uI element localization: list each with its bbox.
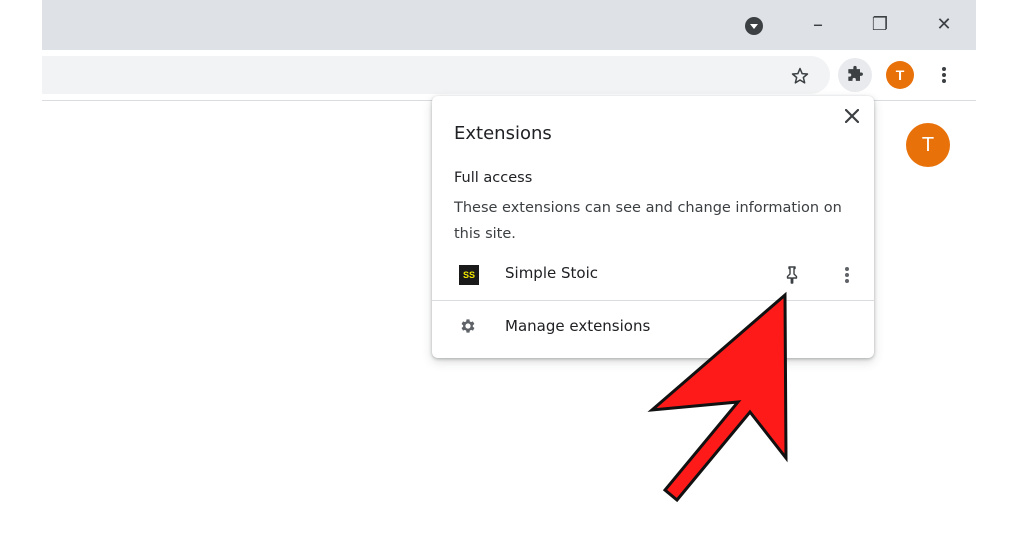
popup-close-icon[interactable] [842, 106, 862, 126]
address-bar[interactable] [42, 56, 830, 94]
title-bar: – ❐ ✕ [42, 0, 976, 50]
profile-dropdown-icon[interactable] [742, 14, 766, 38]
simple-stoic-logo: SS [459, 265, 479, 285]
bookmark-star-icon[interactable] [788, 64, 812, 88]
pin-icon[interactable] [782, 263, 802, 287]
browser-toolbar: T [42, 50, 976, 101]
full-access-description: These extensions can see and change info… [454, 200, 842, 242]
gear-icon [458, 316, 478, 336]
popup-title: Extensions [454, 123, 552, 144]
restore-button[interactable]: ❐ [862, 8, 898, 40]
extension-name: Simple Stoic [505, 264, 598, 282]
extensions-puzzle-icon[interactable] [838, 58, 872, 92]
page-avatar[interactable]: T [906, 123, 950, 167]
extension-more-icon[interactable] [837, 263, 857, 287]
close-window-button[interactable]: ✕ [926, 8, 962, 40]
red-pointer-arrow-icon [647, 291, 788, 503]
profile-avatar[interactable]: T [886, 61, 914, 89]
full-access-label: Full access [454, 170, 533, 186]
manage-extensions-label: Manage extensions [505, 317, 651, 335]
browser-menu-icon[interactable] [934, 63, 954, 87]
minimize-button[interactable]: – [800, 8, 836, 40]
